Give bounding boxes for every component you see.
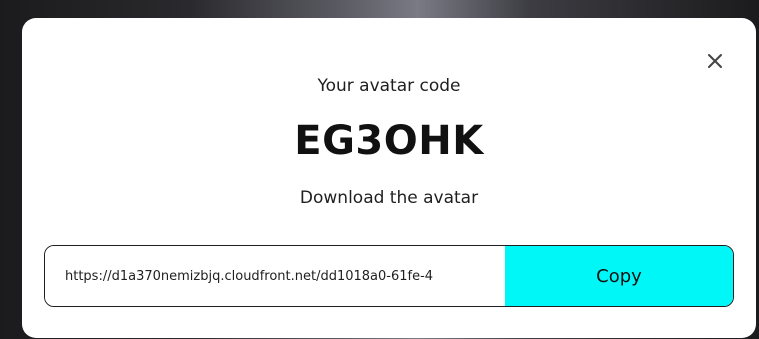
modal-heading: Your avatar code [317, 76, 461, 96]
close-button[interactable] [704, 50, 726, 72]
copy-url-group: Copy [44, 245, 734, 307]
close-icon [704, 50, 726, 72]
avatar-code: EG3OHK [294, 118, 484, 164]
download-subheading: Download the avatar [299, 188, 479, 208]
copy-button[interactable]: Copy [505, 246, 733, 306]
avatar-code-modal: Your avatar code EG3OHK Download the ava… [22, 18, 756, 338]
avatar-url-field[interactable] [45, 246, 505, 306]
